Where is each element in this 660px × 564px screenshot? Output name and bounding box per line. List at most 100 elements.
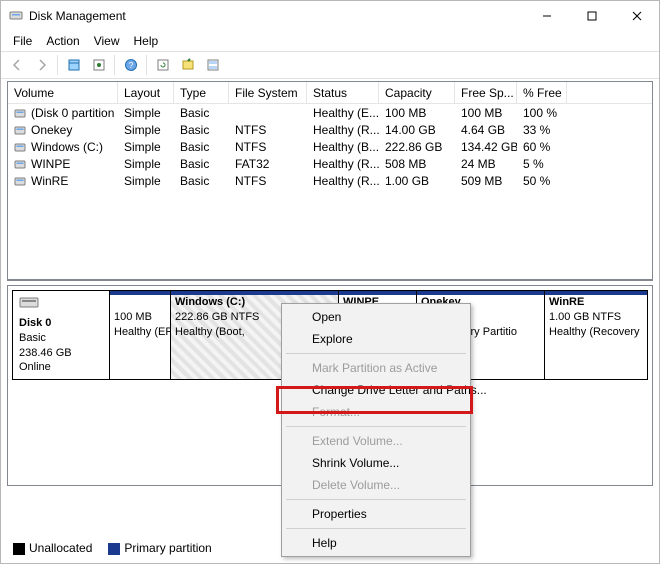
col-layout[interactable]: Layout — [118, 82, 174, 103]
partition-size: 1.00 GB NTFS — [549, 310, 643, 325]
context-menu-item: Mark Partition as Active — [284, 357, 468, 379]
cell-free: 509 MB — [455, 172, 517, 189]
cell-free: 100 MB — [455, 104, 517, 121]
cell-pctfree: 60 % — [517, 138, 567, 155]
cell-status: Healthy (R... — [307, 172, 379, 189]
cell-capacity: 1.00 GB — [379, 172, 455, 189]
table-row[interactable]: (Disk 0 partition 1)SimpleBasic Healthy (… — [8, 104, 652, 121]
partition-title: Windows (C:) — [175, 296, 245, 308]
context-menu-item[interactable]: Change Drive Letter and Paths... — [284, 379, 468, 401]
partition-block[interactable]: 100 MB Healthy (EF — [110, 291, 170, 379]
col-type[interactable]: Type — [174, 82, 229, 103]
context-menu-item[interactable]: Open — [284, 306, 468, 328]
cell-status: Healthy (B... — [307, 138, 379, 155]
refresh-button[interactable] — [151, 54, 174, 76]
cell-status: Healthy (E... — [307, 104, 379, 121]
menu-file[interactable]: File — [7, 33, 38, 49]
disk-status: Online — [19, 361, 51, 373]
volume-icon — [14, 158, 26, 170]
cell-capacity: 222.86 GB — [379, 138, 455, 155]
toolbar-separator — [57, 55, 58, 75]
partition-block[interactable]: WinRE 1.00 GB NTFS Healthy (Recovery — [544, 291, 647, 379]
maximize-button[interactable] — [569, 1, 614, 31]
cell-pctfree: 5 % — [517, 155, 567, 172]
back-button[interactable] — [5, 54, 28, 76]
cell-status: Healthy (R... — [307, 121, 379, 138]
disk-label: Disk 0 — [19, 317, 51, 329]
table-row[interactable]: Windows (C:) SimpleBasicNTFSHealthy (B...… — [8, 138, 652, 155]
context-menu-separator — [286, 426, 466, 427]
properties-button[interactable] — [62, 54, 85, 76]
context-menu: OpenExplore Mark Partition as ActiveChang… — [281, 303, 471, 557]
cell-layout: Simple — [118, 172, 174, 189]
cell-layout: Simple — [118, 121, 174, 138]
table-row[interactable]: WinRESimpleBasicNTFSHealthy (R...1.00 GB… — [8, 172, 652, 189]
context-menu-item[interactable]: Explore — [284, 328, 468, 350]
col-capacity[interactable]: Capacity — [379, 82, 455, 103]
menubar: File Action View Help — [1, 31, 659, 51]
cell-capacity: 508 MB — [379, 155, 455, 172]
col-pctfree[interactable]: % Free — [517, 82, 567, 103]
volume-table: Volume Layout Type File System Status Ca… — [7, 81, 653, 280]
legend-swatch-primary — [108, 543, 120, 555]
table-row[interactable]: WINPESimpleBasicFAT32Healthy (R...508 MB… — [8, 155, 652, 172]
context-menu-item[interactable]: Properties — [284, 503, 468, 525]
legend-label: Primary partition — [124, 541, 211, 555]
svg-text:?: ? — [128, 61, 133, 70]
close-button[interactable] — [614, 1, 659, 31]
cell-layout: Simple — [118, 104, 174, 121]
window-title: Disk Management — [29, 9, 126, 23]
menu-action[interactable]: Action — [40, 33, 85, 49]
cell-filesystem: NTFS — [229, 138, 307, 155]
volume-name: WINPE — [31, 157, 70, 171]
context-menu-separator — [286, 528, 466, 529]
partition-status: Healthy (EF — [114, 325, 166, 340]
col-filesystem[interactable]: File System — [229, 82, 307, 103]
legend: Unallocated Primary partition — [13, 541, 212, 555]
volume-icon — [14, 175, 26, 187]
partition-size: 100 MB — [114, 310, 166, 325]
titlebar: Disk Management — [1, 1, 659, 31]
context-menu-item[interactable]: Help — [284, 532, 468, 554]
col-status[interactable]: Status — [307, 82, 379, 103]
cell-pctfree: 33 % — [517, 121, 567, 138]
cell-layout: Simple — [118, 138, 174, 155]
help-button[interactable]: ? — [119, 54, 142, 76]
settings-button[interactable] — [87, 54, 110, 76]
volume-name: Windows (C:) — [31, 140, 103, 154]
volume-name: Onekey — [31, 123, 72, 137]
volume-icon — [14, 107, 26, 119]
cell-type: Basic — [174, 138, 229, 155]
disk-info[interactable]: Disk 0 Basic 238.46 GB Online — [12, 290, 110, 380]
cell-type: Basic — [174, 104, 229, 121]
toolbar-separator — [114, 55, 115, 75]
toolbar-separator — [146, 55, 147, 75]
cell-capacity: 14.00 GB — [379, 121, 455, 138]
cell-filesystem: NTFS — [229, 172, 307, 189]
forward-button[interactable] — [30, 54, 53, 76]
disk-type: Basic — [19, 332, 46, 344]
context-menu-separator — [286, 499, 466, 500]
toolbar: ? — [1, 51, 659, 79]
cell-type: Basic — [174, 155, 229, 172]
volume-icon — [14, 141, 26, 153]
menu-view[interactable]: View — [88, 33, 126, 49]
volume-icon — [14, 124, 26, 136]
cell-free: 134.42 GB — [455, 138, 517, 155]
col-free[interactable]: Free Sp... — [455, 82, 517, 103]
menu-help[interactable]: Help — [128, 33, 165, 49]
col-volume[interactable]: Volume — [8, 82, 118, 103]
disk-size: 238.46 GB — [19, 347, 72, 359]
context-menu-item: Delete Volume... — [284, 474, 468, 496]
views-button[interactable] — [201, 54, 224, 76]
cell-filesystem: NTFS — [229, 121, 307, 138]
partition-title: WinRE — [549, 296, 584, 308]
volume-name: (Disk 0 partition 1) — [31, 106, 118, 120]
table-row[interactable]: OnekeySimpleBasicNTFSHealthy (R...14.00 … — [8, 121, 652, 138]
context-menu-item[interactable]: Shrink Volume... — [284, 452, 468, 474]
context-menu-item: Extend Volume... — [284, 430, 468, 452]
show-hidden-button[interactable] — [176, 54, 199, 76]
cell-pctfree: 100 % — [517, 104, 567, 121]
minimize-button[interactable] — [524, 1, 569, 31]
legend-label: Unallocated — [29, 541, 92, 555]
